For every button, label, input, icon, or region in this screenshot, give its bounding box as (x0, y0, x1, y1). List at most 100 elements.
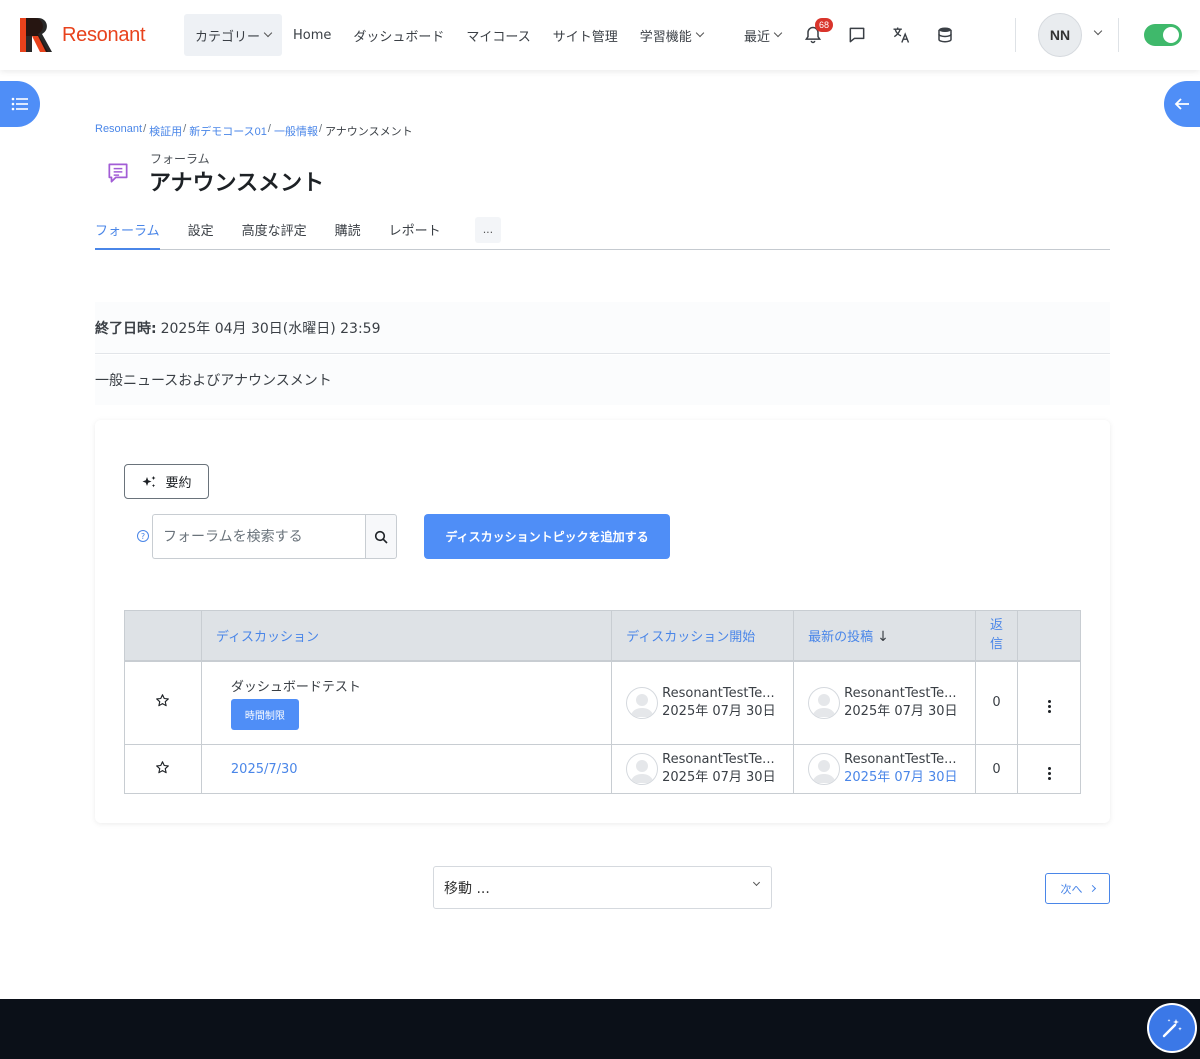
user-avatar-icon[interactable] (626, 686, 659, 719)
nav-item-label: 学習機能 (639, 29, 692, 45)
nav-item-my-courses[interactable]: マイコース (455, 14, 541, 56)
nav-item-site-admin[interactable]: サイト管理 (542, 14, 629, 56)
nav-item-category[interactable]: カテゴリー (184, 14, 283, 56)
breadcrumb: Resonant / 検証用 / 新デモコース01/ 一般情報 / アナウンスメント (95, 123, 413, 139)
kebab-icon[interactable] (1047, 766, 1051, 780)
time-limit-badge[interactable]: 時間制限 (230, 698, 299, 730)
header-last-post[interactable]: 最新の投稿 ↓ (793, 610, 977, 662)
nav-item-dashboard[interactable]: ダッシュボード (342, 14, 455, 56)
header-replies[interactable]: 返信 (975, 610, 1019, 662)
tab-more[interactable]: ... (474, 216, 502, 243)
recent-menu[interactable]: 最近 (734, 14, 791, 56)
nav-item-label: カテゴリー (195, 29, 261, 45)
next-label: 次へ (1060, 882, 1083, 896)
search-button[interactable] (365, 514, 397, 559)
nav-item-label: サイト管理 (552, 29, 618, 45)
user-avatar[interactable]: NN (1038, 13, 1082, 57)
user-avatar-icon[interactable] (626, 753, 659, 785)
header-discussion[interactable]: ディスカッション (200, 610, 613, 662)
resonant-logo-icon (20, 18, 52, 52)
tab-advanced-grading[interactable]: 高度な評定 (228, 210, 321, 249)
star-icon[interactable] (155, 693, 170, 708)
add-discussion-button[interactable]: ディスカッショントピックを追加する (424, 514, 670, 559)
nav-item-label: ダッシュボード (353, 29, 445, 45)
notifications-button[interactable]: 68 (791, 14, 835, 56)
replies-count[interactable]: 0 (975, 660, 1019, 745)
help-icon[interactable]: ? (137, 530, 149, 542)
nav-item-home[interactable]: Home (282, 14, 342, 56)
last-post-date-link[interactable]: 2025年 07月 30日 (844, 769, 957, 787)
user-menu-chevron-icon[interactable] (1093, 26, 1103, 36)
tab-forum[interactable]: フォーラム (95, 210, 160, 250)
tab-reports[interactable]: レポート (375, 210, 455, 249)
chevron-down-icon (695, 28, 705, 38)
edit-mode-toggle[interactable] (1144, 24, 1182, 46)
ai-assistant-button[interactable] (1149, 1005, 1195, 1051)
activity-description: 一般ニュースおよびアナウンスメント (95, 355, 1110, 405)
forum-card: 要約 ? ディスカッショントピックを追加する ディスカッション ディスカッション… (95, 420, 1110, 823)
description-text: 一般ニュースおよびアナウンスメント (95, 373, 332, 389)
starter-cell: ResonantTestTe... 2025年 07月 30日 (611, 744, 795, 794)
tab-subscriptions[interactable]: 購読 (321, 210, 375, 249)
user-initials: NN (1049, 27, 1071, 43)
chevron-down-icon (752, 878, 761, 887)
kebab-icon[interactable] (1047, 700, 1051, 714)
chevron-down-icon (263, 28, 273, 38)
next-activity-button[interactable]: 次へ (1045, 873, 1110, 904)
due-label: 終了日時: (95, 320, 157, 337)
database-icon (938, 27, 952, 43)
user-info: ResonantTestTe... 2025年 07月 30日 (808, 751, 961, 787)
header-label: 最新の投稿 (808, 629, 874, 645)
header-started[interactable]: ディスカッション開始 (611, 610, 795, 662)
breadcrumb-link[interactable]: 検証用 (149, 123, 182, 139)
breadcrumb-link[interactable]: 新デモコース01 (189, 123, 267, 139)
user-info: ResonantTestTe... 2025年 07月 30日 (626, 751, 779, 787)
brand-name: Resonant (62, 23, 146, 46)
page-footer (0, 999, 1200, 1059)
jump-to-select[interactable]: 移動 ... (433, 866, 772, 909)
star-icon[interactable] (155, 760, 170, 775)
summary-button[interactable]: 要約 (124, 464, 209, 499)
messages-button[interactable] (835, 14, 879, 56)
divider (1118, 18, 1119, 52)
discussion-title[interactable]: ダッシュボードテスト (216, 676, 597, 695)
breadcrumb-link[interactable]: 一般情報 (274, 123, 318, 139)
user-name[interactable]: ResonantTestTe... (844, 751, 957, 769)
post-date: 2025年 07月 30日 (662, 770, 776, 785)
discussion-title-link[interactable]: 2025/7/30 (216, 762, 298, 777)
course-index-toggle[interactable] (0, 81, 40, 127)
replies-count[interactable]: 0 (975, 744, 1019, 794)
starter-cell: ResonantTestTe... 2025年 07月 30日 (611, 660, 795, 745)
sparkle-icon (142, 475, 156, 487)
tab-settings[interactable]: 設定 (174, 210, 228, 249)
forum-search-input[interactable] (152, 514, 366, 559)
data-button[interactable] (923, 14, 967, 56)
actions-cell (1017, 660, 1081, 745)
header-actions (1017, 610, 1081, 662)
table-row: ダッシュボードテスト 時間制限 ResonantTestTe... 2025年 … (124, 660, 1081, 745)
discussion-table: ディスカッション ディスカッション開始 最新の投稿 ↓ 返信 ダッシュボードテスト… (124, 610, 1081, 794)
site-logo[interactable]: Resonant (18, 14, 146, 56)
nav-item-learning[interactable]: 学習機能 (629, 14, 714, 56)
language-button[interactable] (879, 14, 923, 56)
user-name[interactable]: ResonantTestTe... (844, 685, 957, 703)
user-avatar-icon[interactable] (808, 686, 841, 719)
discussion-cell: 2025/7/30 (200, 744, 613, 794)
divider (1015, 18, 1016, 52)
header-label: ディスカッション (215, 629, 319, 645)
breadcrumb-current: アナウンスメント (325, 126, 413, 138)
arrow-left-icon (1174, 98, 1189, 110)
block-drawer-toggle[interactable] (1164, 81, 1200, 127)
user-name[interactable]: ResonantTestTe... (662, 685, 775, 703)
page-title: アナウンスメント (149, 171, 325, 196)
user-name[interactable]: ResonantTestTe... (662, 751, 775, 769)
breadcrumb-link[interactable]: Resonant (95, 123, 142, 139)
due-value: 2025年 04月 30日(水曜日) 23:59 (160, 320, 381, 337)
header-label: ディスカッション開始 (626, 629, 756, 645)
user-avatar-icon[interactable] (808, 753, 841, 785)
actions-cell (1017, 744, 1081, 794)
sort-down-arrow-icon: ↓ (877, 628, 889, 645)
nav-item-label: マイコース (466, 29, 531, 45)
chevron-down-icon (773, 28, 783, 38)
translate-icon (893, 27, 910, 43)
